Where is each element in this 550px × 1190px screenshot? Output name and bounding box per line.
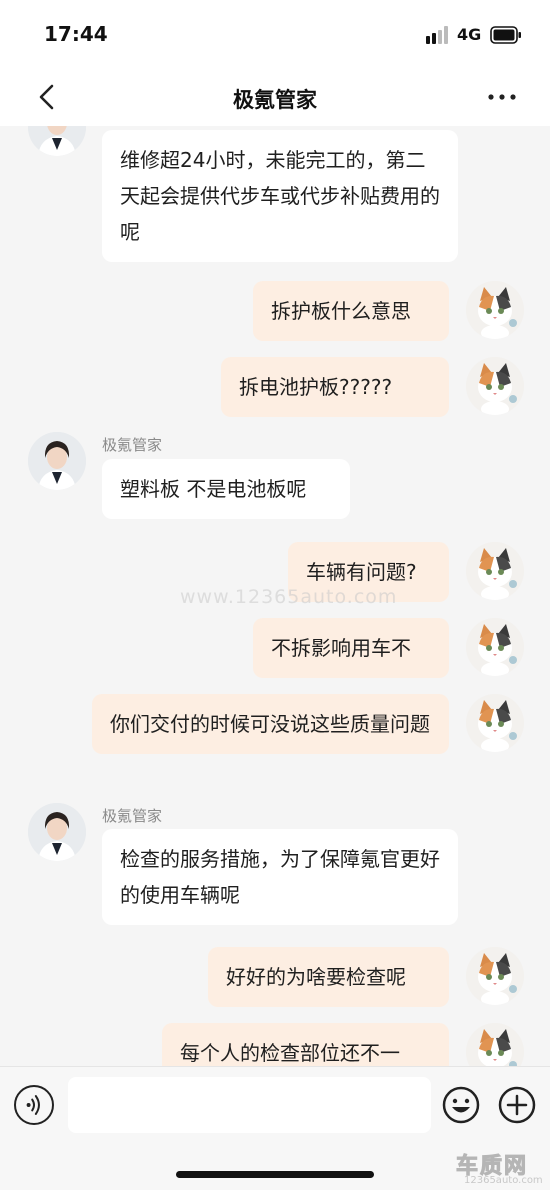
- message-bubble-incoming[interactable]: 维修超24小时，未能完工的，第二天起会提供代步车或代步补贴费用的呢: [102, 130, 458, 262]
- home-indicator: [176, 1171, 374, 1178]
- signal-icon: [426, 26, 448, 44]
- user-avatar[interactable]: [466, 542, 524, 600]
- user-avatar[interactable]: [466, 694, 524, 752]
- site-logo-url: 12365auto.com: [464, 1175, 543, 1186]
- message-input[interactable]: [68, 1077, 431, 1133]
- user-avatar[interactable]: [466, 357, 524, 415]
- message-bubble-outgoing[interactable]: 不拆影响用车不: [253, 618, 449, 678]
- user-avatar[interactable]: [466, 618, 524, 676]
- user-avatar[interactable]: [466, 1023, 524, 1066]
- voice-icon[interactable]: [14, 1085, 54, 1125]
- message-bubble-outgoing[interactable]: 每个人的检查部位还不一: [162, 1023, 449, 1066]
- user-avatar[interactable]: [466, 947, 524, 1005]
- agent-avatar[interactable]: [28, 803, 86, 861]
- chat-messages[interactable]: 维修超24小时，未能完工的，第二天起会提供代步车或代步补贴费用的呢 拆护板什么意…: [0, 126, 550, 1066]
- watermark: www.12365auto.com: [180, 586, 398, 608]
- navigation-bar: 极氪管家: [0, 70, 550, 126]
- message-bubble-outgoing[interactable]: 拆电池护板?????: [221, 357, 449, 417]
- user-avatar[interactable]: [466, 281, 524, 339]
- battery-icon: [490, 26, 521, 44]
- emoji-icon[interactable]: [441, 1085, 481, 1125]
- ellipsis-icon[interactable]: [486, 86, 518, 108]
- message-bubble-outgoing[interactable]: 好好的为啥要检查呢: [208, 947, 449, 1007]
- message-bubble-outgoing[interactable]: 你们交付的时候可没说这些质量问题: [92, 694, 449, 754]
- status-bar: 17:44 4G: [0, 0, 550, 70]
- plus-icon[interactable]: [497, 1085, 537, 1125]
- agent-avatar[interactable]: [28, 126, 86, 156]
- sender-name: 极氪管家: [102, 807, 163, 825]
- page-title: 极氪管家: [233, 88, 317, 112]
- message-bubble-incoming[interactable]: 检查的服务措施，为了保障氪官更好的使用车辆呢: [102, 829, 458, 925]
- site-logo: 车质网 12365auto.com: [455, 1148, 546, 1188]
- agent-avatar[interactable]: [28, 432, 86, 490]
- message-bubble-incoming[interactable]: 塑料板 不是电池板呢: [102, 459, 350, 519]
- status-time: 17:44: [44, 22, 108, 46]
- network-label: 4G: [457, 25, 482, 44]
- message-bubble-outgoing[interactable]: 拆护板什么意思: [253, 281, 449, 341]
- sender-name: 极氪管家: [102, 436, 163, 454]
